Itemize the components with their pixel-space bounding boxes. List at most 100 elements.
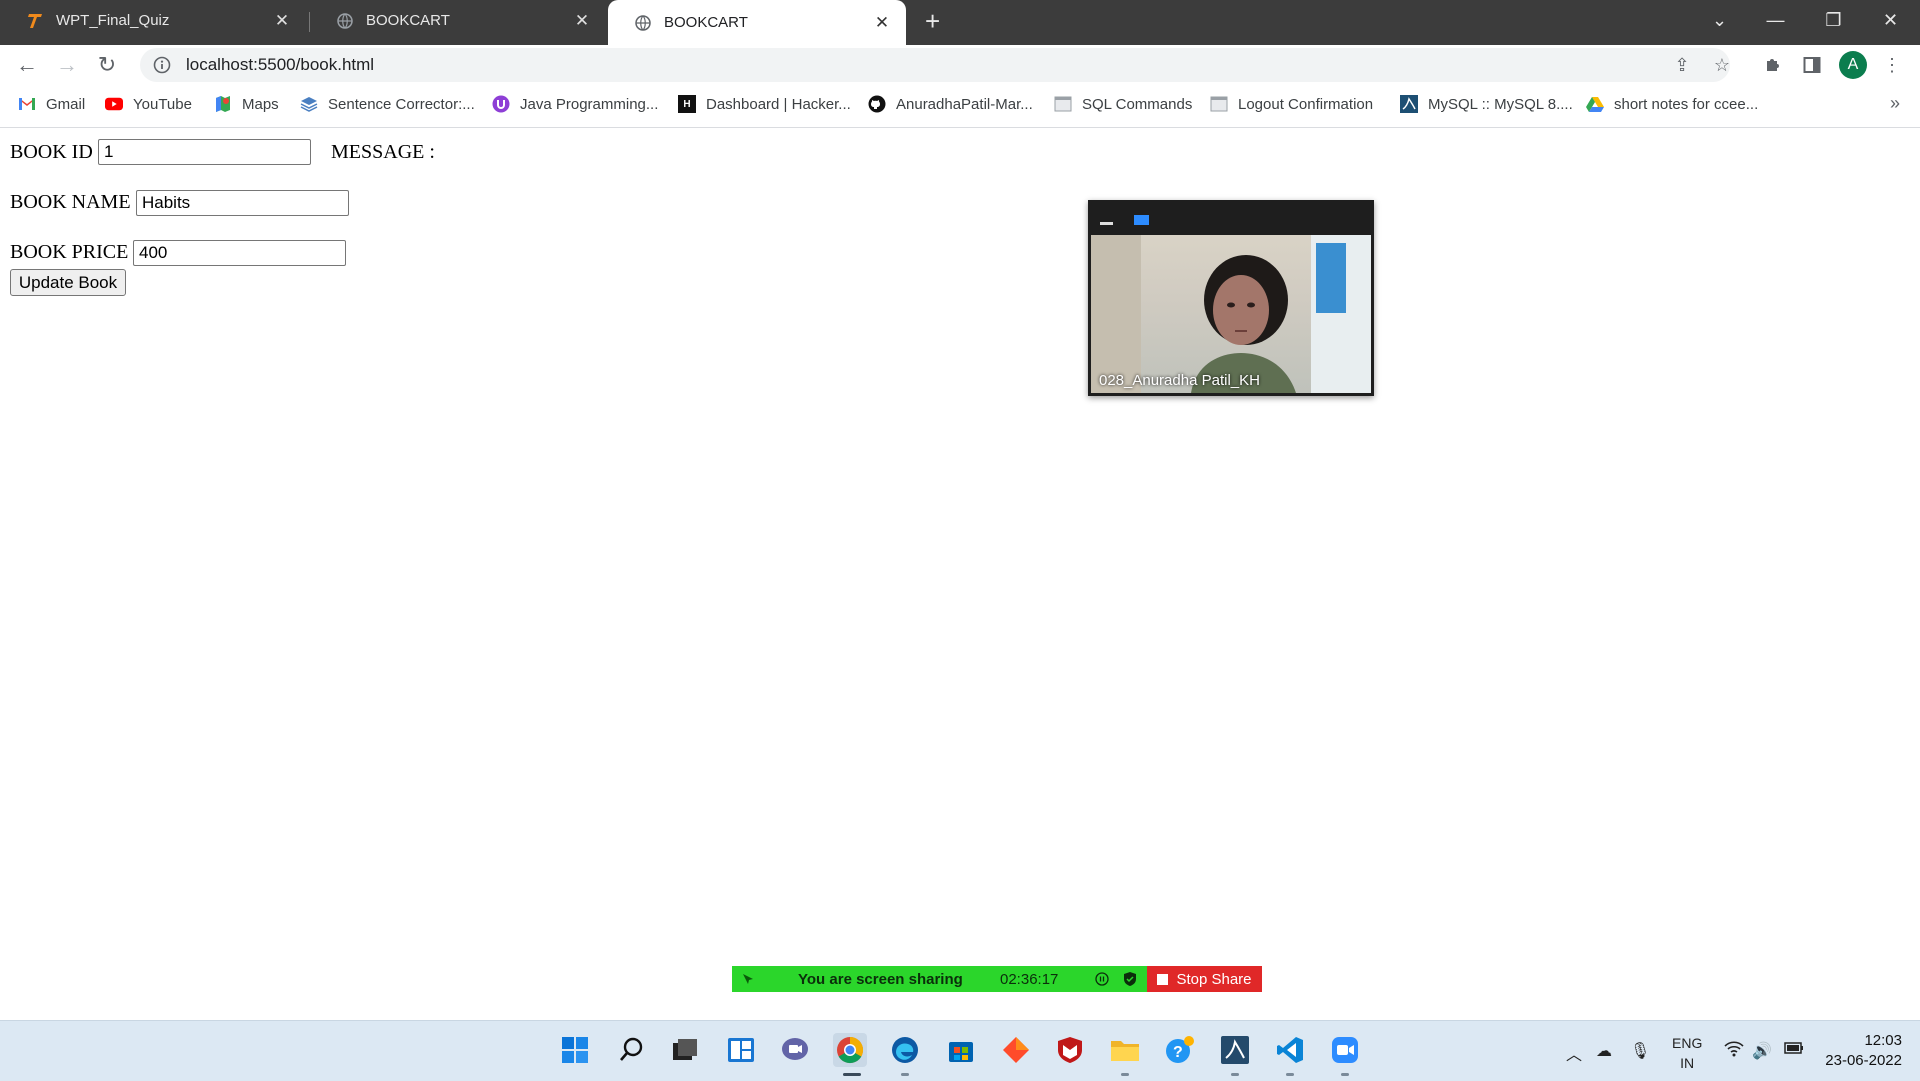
github-icon xyxy=(868,95,886,113)
book-price-input[interactable] xyxy=(133,240,346,266)
tab-bookcart-1[interactable]: BOOKCART ✕ xyxy=(310,0,606,41)
region-code: IN xyxy=(1680,1055,1695,1071)
onedrive-cloud-icon[interactable]: ☁ xyxy=(1596,1041,1612,1061)
participant-name: 028_Anuradha Patil_KH xyxy=(1099,372,1260,389)
bookmark-sentence-corrector[interactable]: Sentence Corrector:... xyxy=(300,95,475,113)
message-label: MESSAGE : xyxy=(331,141,435,163)
bookmark-github[interactable]: AnuradhaPatil-Mar... xyxy=(868,95,1033,113)
video-titlebar[interactable] xyxy=(1088,200,1374,234)
bookmark-hackerrank-dashboard[interactable]: H Dashboard | Hacker... xyxy=(678,95,851,113)
t-logo-icon xyxy=(26,12,44,30)
svg-text:?: ? xyxy=(1173,1044,1183,1061)
chrome-icon[interactable] xyxy=(833,1033,867,1067)
running-indicator xyxy=(1286,1073,1294,1076)
address-bar[interactable]: localhost:5500/book.html ⇪ ☆ xyxy=(140,48,1730,82)
minimize-window-icon[interactable]: — xyxy=(1748,0,1803,40)
share-icon[interactable]: ⇪ xyxy=(1672,55,1692,75)
bookmark-gmail[interactable]: Gmail xyxy=(18,95,85,113)
system-clock[interactable]: 12:03 23-06-2022 xyxy=(1825,1031,1902,1071)
running-indicator xyxy=(1341,1073,1349,1076)
drag-handle-icon[interactable] xyxy=(740,971,756,987)
tab-bookcart-active[interactable]: BOOKCART ✕ xyxy=(608,0,906,45)
microsoft-store-icon[interactable] xyxy=(944,1033,978,1067)
bookmark-mysql[interactable]: MySQL :: MySQL 8.... xyxy=(1400,95,1573,113)
wifi-icon[interactable] xyxy=(1724,1041,1744,1062)
running-indicator xyxy=(1121,1073,1129,1076)
vscode-icon[interactable] xyxy=(1273,1033,1307,1067)
microphone-icon[interactable]: 🎙 xyxy=(1630,1041,1650,1061)
tab-wpt-final-quiz[interactable]: WPT_Final_Quiz ✕ xyxy=(0,0,306,41)
new-tab-button[interactable]: + xyxy=(925,6,940,37)
sharing-text: You are screen sharing xyxy=(798,970,963,988)
minimize-video-icon[interactable] xyxy=(1100,222,1113,225)
circle-u-icon xyxy=(492,95,510,113)
battery-icon[interactable] xyxy=(1784,1041,1804,1060)
forward-arrow-icon[interactable]: → xyxy=(53,51,81,79)
update-book-button[interactable]: Update Book xyxy=(10,269,126,296)
bookmark-youtube[interactable]: YouTube xyxy=(105,95,192,113)
close-tab-icon[interactable]: ✕ xyxy=(272,11,292,31)
bookmark-sql-commands[interactable]: SQL Commands xyxy=(1054,95,1192,113)
task-view-icon[interactable] xyxy=(668,1033,702,1067)
sharing-timer: 02:36:17 xyxy=(1000,970,1059,988)
profile-avatar[interactable]: A xyxy=(1839,51,1867,79)
language-indicator[interactable]: ENG IN xyxy=(1672,1033,1702,1073)
book-name-input[interactable] xyxy=(136,190,349,216)
running-indicator xyxy=(901,1073,909,1076)
clock-date: 23-06-2022 xyxy=(1825,1052,1902,1069)
close-tab-icon[interactable]: ✕ xyxy=(872,13,892,33)
bookmark-label: Sentence Corrector:... xyxy=(328,95,475,113)
bookmark-label: AnuradhaPatil-Mar... xyxy=(896,95,1033,113)
bookmark-short-notes[interactable]: short notes for ccee... xyxy=(1586,95,1758,113)
reload-icon[interactable]: ↻ xyxy=(93,51,121,79)
bookmark-label: YouTube xyxy=(133,95,192,113)
extensions-puzzle-icon[interactable] xyxy=(1762,54,1784,76)
maps-icon xyxy=(214,95,232,113)
bookmark-star-icon[interactable]: ☆ xyxy=(1712,55,1732,75)
bookmark-java-programming[interactable]: Java Programming... xyxy=(492,95,658,113)
shield-check-icon[interactable] xyxy=(1122,971,1138,987)
help-question-icon[interactable]: ? xyxy=(1163,1033,1197,1067)
kebab-menu-icon[interactable]: ⋮ xyxy=(1881,54,1903,76)
mysql-workbench-icon[interactable] xyxy=(1218,1033,1252,1067)
close-tab-icon[interactable]: ✕ xyxy=(572,11,592,31)
mcafee-shield-icon[interactable] xyxy=(1053,1033,1087,1067)
bookmark-logout-confirmation[interactable]: Logout Confirmation xyxy=(1210,95,1373,113)
side-panel-icon[interactable] xyxy=(1801,54,1823,76)
back-arrow-icon[interactable]: ← xyxy=(13,51,41,79)
stop-share-button[interactable]: Stop Share xyxy=(1147,966,1262,992)
language-code: ENG xyxy=(1672,1035,1703,1051)
start-windows-icon[interactable] xyxy=(558,1033,592,1067)
page-icon xyxy=(1054,95,1072,113)
zoom-video-window[interactable]: 028_Anuradha Patil_KH xyxy=(1088,200,1374,396)
search-icon[interactable] xyxy=(614,1033,648,1067)
book-id-input[interactable] xyxy=(98,139,311,165)
more-bookmarks-chevron-icon[interactable]: » xyxy=(1890,93,1900,114)
teams-chat-icon[interactable] xyxy=(778,1033,812,1067)
widgets-icon[interactable] xyxy=(724,1033,758,1067)
browser-tab-bar: WPT_Final_Quiz ✕ BOOKCART ✕ BOOKCART ✕ +… xyxy=(0,0,1920,45)
hackerrank-icon: H xyxy=(678,95,696,113)
running-indicator xyxy=(1231,1073,1239,1076)
book-id-label: BOOK ID xyxy=(10,141,93,163)
close-window-icon[interactable]: ✕ xyxy=(1863,0,1918,40)
office-diamond-icon[interactable] xyxy=(999,1033,1033,1067)
bookmark-label: MySQL :: MySQL 8.... xyxy=(1428,95,1573,113)
clock-time: 12:03 xyxy=(1864,1032,1902,1049)
tab-search-chevron-icon[interactable]: ⌄ xyxy=(1692,0,1747,40)
restore-window-icon[interactable]: ❐ xyxy=(1806,0,1861,40)
info-icon[interactable] xyxy=(152,55,172,75)
bookmark-maps[interactable]: Maps xyxy=(214,95,279,113)
page-icon xyxy=(1210,95,1228,113)
show-hidden-icons-chevron[interactable]: ︿ xyxy=(1566,1041,1582,1065)
sharing-status[interactable]: You are screen sharing 02:36:17 xyxy=(732,966,1147,992)
pause-circle-icon[interactable] xyxy=(1094,971,1110,987)
bookmark-label: Dashboard | Hacker... xyxy=(706,95,851,113)
volume-icon[interactable]: 🔊 xyxy=(1752,1041,1772,1061)
browser-toolbar: ← → ↻ localhost:5500/book.html ⇪ ☆ A ⋮ xyxy=(0,45,1920,85)
edge-icon[interactable] xyxy=(888,1033,922,1067)
expand-video-icon[interactable] xyxy=(1134,215,1149,225)
page-content: BOOK ID MESSAGE : BOOK NAME BOOK PRICE U… xyxy=(0,128,1920,1020)
zoom-camera-icon[interactable] xyxy=(1328,1033,1362,1067)
file-explorer-folder-icon[interactable] xyxy=(1108,1033,1142,1067)
